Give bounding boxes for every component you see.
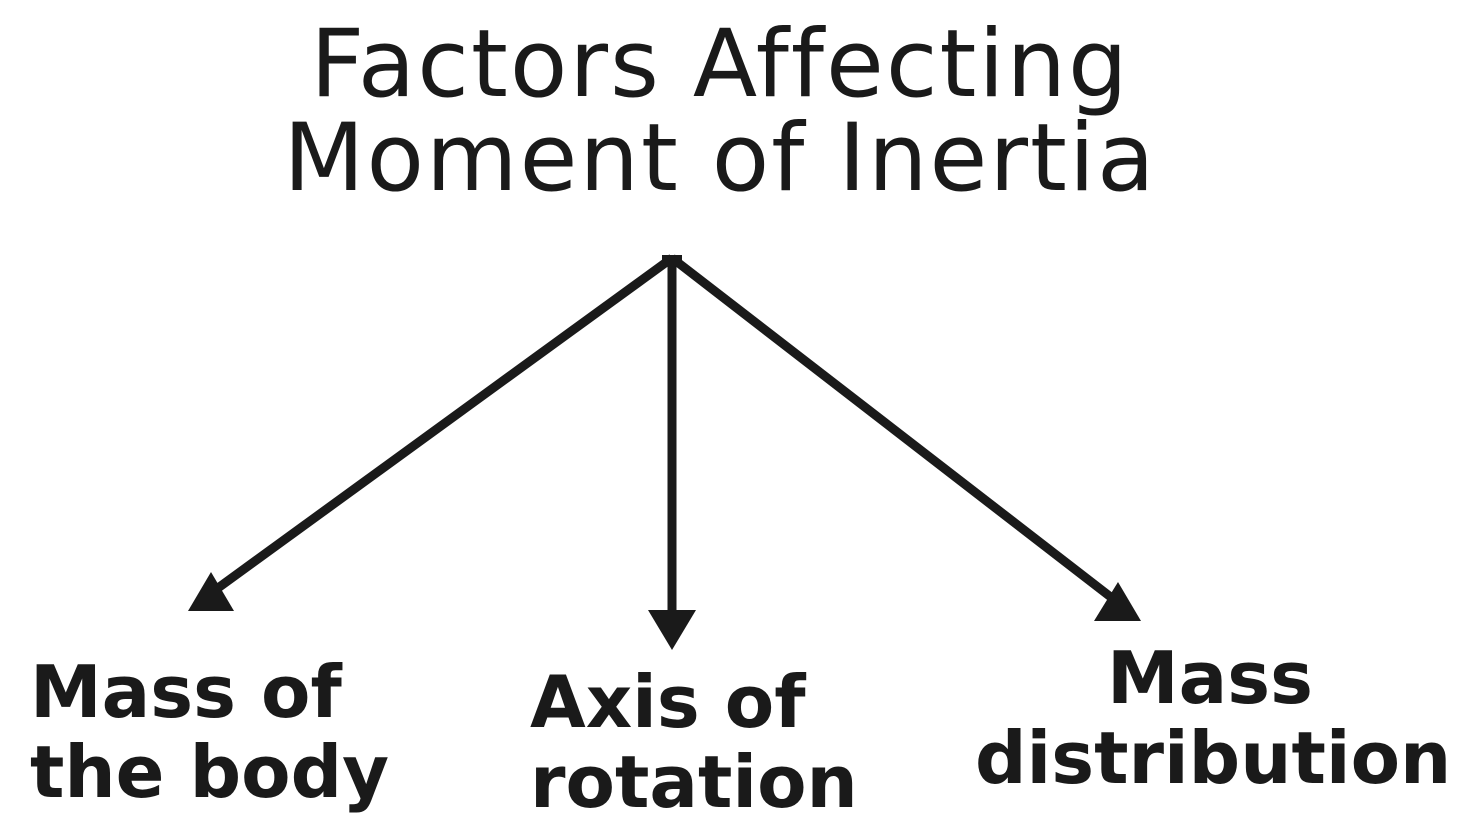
factor-label-line: distribution [975,716,1452,800]
factor-mass-of-body: Mass of the body [30,652,389,812]
factor-label-line: rotation [530,740,858,824]
diagram-canvas: Factors Affecting Moment of Inertia Mass… [0,0,1465,840]
factor-mass-distribution: Mass distribution [975,636,1452,800]
arrowhead-middle [648,610,696,650]
factor-label-line: the body [30,730,390,814]
arrow-line-left [215,254,675,592]
factor-label-line: Axis of [530,660,806,744]
factor-axis-of-rotation: Axis of rotation [530,662,858,822]
factor-label-line: Mass [1107,636,1313,720]
arrow-line-right [669,254,1115,602]
factor-label-line: Mass of [30,650,342,734]
